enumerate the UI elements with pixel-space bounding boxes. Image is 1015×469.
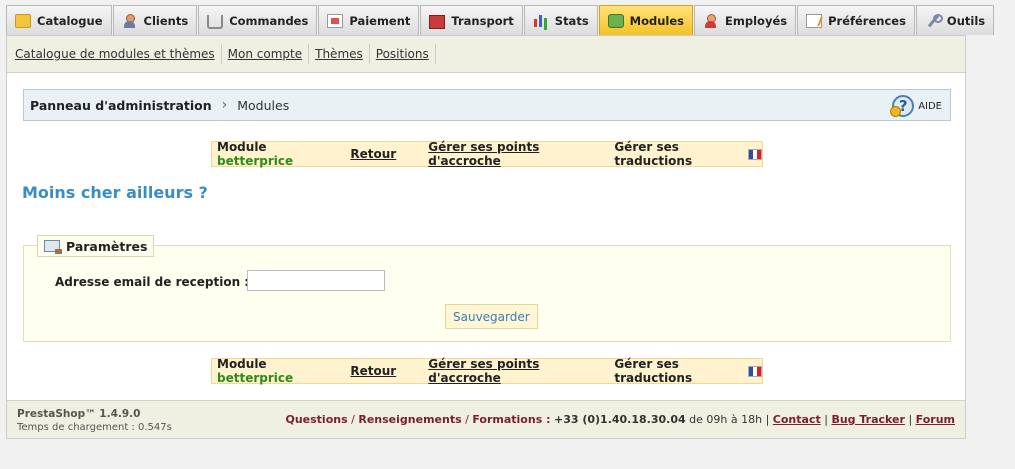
tab-transport[interactable]: Transport <box>420 5 523 35</box>
manage-translations: Gérer ses traductions <box>614 357 693 385</box>
tab-clients[interactable]: Clients <box>112 5 198 35</box>
module-prefix: Module <box>217 357 267 371</box>
footer-hours: de 09h à 18h <box>689 413 763 426</box>
help-label: AIDE <box>918 100 942 112</box>
footer-pipe: | <box>765 413 770 426</box>
tab-catalogue[interactable]: Catalogue <box>6 5 112 35</box>
truck-icon <box>429 14 446 29</box>
module-toolbar-bottom: Module betterprice Retour Gérer ses poin… <box>211 357 763 385</box>
module-name: Module betterprice <box>217 140 328 168</box>
tab-label: Commandes <box>229 13 309 28</box>
subnav-link-mon-compte[interactable]: Mon compte <box>222 44 310 64</box>
content-frame: Catalogue de modules et thèmes Mon compt… <box>6 35 966 439</box>
footer-questions: Questions <box>285 413 348 426</box>
load-time: Temps de chargement : 0.547s <box>17 422 172 433</box>
page-title: Moins cher ailleurs ? <box>22 183 208 202</box>
settings-legend-label: Paramètres <box>66 238 148 254</box>
breadcrumb-separator-icon: › <box>221 97 228 113</box>
tab-label: Clients <box>143 13 189 28</box>
footer: PrestaShop™ 1.4.9.0 Temps de chargement … <box>7 400 965 438</box>
stats-icon <box>533 14 549 28</box>
back-link[interactable]: Retour <box>350 364 396 378</box>
footer-info: Renseignements <box>358 413 462 426</box>
tab-label: Préférences <box>828 13 906 28</box>
tab-employes[interactable]: Employés <box>694 5 797 35</box>
email-field[interactable] <box>247 270 385 291</box>
tab-preferences[interactable]: Préférences <box>797 5 915 35</box>
tab-modules[interactable]: Modules <box>598 5 694 35</box>
french-flag-icon[interactable] <box>748 365 762 377</box>
module-toolbar-top: Module betterprice Retour Gérer ses poin… <box>211 140 763 168</box>
manage-hooks-link[interactable]: Gérer ses points d'accroche <box>428 357 589 385</box>
sub-navigation: Catalogue de modules et thèmes Mon compt… <box>7 36 965 73</box>
contact-link[interactable]: Contact <box>773 413 821 426</box>
settings-legend: Paramètres <box>37 235 155 257</box>
footer-phone: +33 (0)1.40.18.30.04 <box>553 413 686 426</box>
footer-contact-info: Questions / Renseignements / Formations … <box>285 413 955 426</box>
preferences-icon <box>806 13 823 28</box>
footer-pipe: | <box>908 413 913 426</box>
breadcrumb-current: Modules <box>237 97 290 113</box>
save-button[interactable]: Sauvegarder <box>445 304 538 329</box>
puzzle-icon <box>607 13 624 28</box>
tab-outils[interactable]: Outils <box>915 5 995 35</box>
back-link[interactable]: Retour <box>350 147 396 161</box>
footer-pipe: | <box>824 413 828 426</box>
module-name: Module betterprice <box>217 357 328 385</box>
bug-tracker-link[interactable]: Bug Tracker <box>831 413 905 426</box>
tools-icon <box>925 13 943 28</box>
subnav-link-catalogue-modules[interactable]: Catalogue de modules et thèmes <box>9 44 222 64</box>
settings-icon <box>44 240 62 254</box>
tab-label: Outils <box>946 13 986 28</box>
employee-icon <box>703 13 719 28</box>
module-prefix: Module <box>217 140 267 154</box>
product-version: PrestaShop™ 1.4.9.0 <box>17 408 141 420</box>
tab-label: Employés <box>725 13 788 28</box>
subnav-link-themes[interactable]: Thèmes <box>309 44 370 64</box>
footer-slash: / <box>351 413 355 426</box>
footer-slash: / <box>465 413 469 426</box>
tab-commandes[interactable]: Commandes <box>198 5 318 35</box>
french-flag-icon[interactable] <box>748 148 762 160</box>
help-button[interactable]: ? AIDE <box>890 95 942 117</box>
tab-label: Paiement <box>349 13 411 28</box>
folder-icon <box>15 13 31 28</box>
payment-icon <box>327 13 344 28</box>
breadcrumb-root: Panneau d'administration <box>30 97 212 113</box>
module-name-value: betterprice <box>217 371 294 385</box>
email-field-label: Adresse email de reception : <box>55 275 250 289</box>
manage-translations: Gérer ses traductions <box>614 140 693 168</box>
cart-icon <box>207 14 224 29</box>
subnav-link-positions[interactable]: Positions <box>370 44 436 64</box>
tab-paiement[interactable]: Paiement <box>318 5 420 35</box>
help-icon: ? <box>890 95 915 117</box>
user-icon <box>122 13 138 28</box>
module-name-value: betterprice <box>217 154 294 168</box>
settings-fieldset: Paramètres Adresse email de reception : … <box>23 235 951 342</box>
footer-training: Formations : <box>472 413 551 426</box>
tab-label: Transport <box>451 13 514 28</box>
forum-link[interactable]: Forum <box>916 413 955 426</box>
breadcrumb: Panneau d'administration › Modules ? AID… <box>23 89 951 121</box>
tab-label: Catalogue <box>37 13 103 28</box>
main-tabs: Catalogue Clients Commandes Paiement Tra… <box>6 5 995 35</box>
tab-label: Stats <box>554 13 589 28</box>
tab-label: Modules <box>629 13 685 28</box>
tab-stats[interactable]: Stats <box>523 5 598 35</box>
manage-hooks-link[interactable]: Gérer ses points d'accroche <box>428 140 589 168</box>
